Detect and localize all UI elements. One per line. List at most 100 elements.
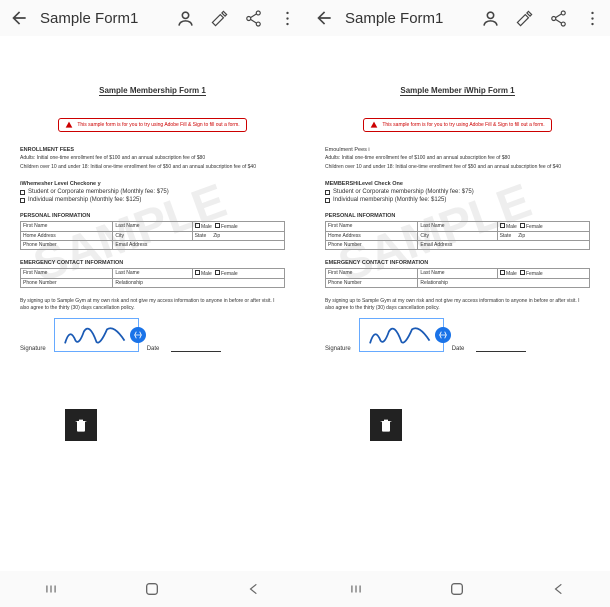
move-handle-icon-r[interactable]: [435, 327, 451, 343]
emergency-label: EMERGENCY CONTACT INFORMATION: [20, 260, 285, 266]
ecell-last-name[interactable]: Last Name: [113, 269, 192, 279]
cell-phone[interactable]: Phone Number: [21, 241, 113, 250]
trash-button-r[interactable]: [370, 409, 402, 441]
personal-table-r: First NameLast Name Male Female Home Add…: [325, 221, 590, 250]
efemale-label: Female: [221, 271, 238, 277]
signature-row: Signature Date: [20, 318, 285, 352]
recents-icon[interactable]: [42, 580, 60, 598]
ecell-first-name[interactable]: First Name: [21, 269, 113, 279]
topbar-r: Sample Form1: [305, 0, 610, 36]
profile-icon[interactable]: [175, 8, 195, 28]
page-title: Sample Form1: [40, 10, 165, 27]
cell-city[interactable]: City: [115, 233, 124, 239]
rcell-last-name[interactable]: Last Name: [418, 222, 497, 232]
opt1-text-r: Student or Corporate membership (Monthly…: [333, 189, 474, 195]
recell-phone[interactable]: Phone Number: [326, 279, 418, 288]
page-title-r: Sample Form1: [345, 10, 470, 27]
opt2-text: Individual membership (Monthly fee: $125…: [28, 197, 141, 203]
checkbox-opt2-r[interactable]: [325, 198, 330, 203]
cell-first-name[interactable]: First Name: [21, 222, 113, 232]
signature-row-r: Signature Date: [325, 318, 590, 352]
rcell-address[interactable]: Home Address: [326, 232, 418, 241]
female-label: Female: [221, 224, 238, 230]
signature-box[interactable]: [54, 318, 139, 352]
signature-label-r: Signature: [325, 346, 351, 352]
opt2-text-r: Individual membership (Monthly fee: $125…: [333, 197, 446, 203]
home-icon-r[interactable]: [448, 580, 466, 598]
remale-label: Male: [506, 271, 517, 277]
ecell-phone[interactable]: Phone Number: [21, 279, 113, 288]
date-line[interactable]: [171, 351, 221, 352]
recell-relationship[interactable]: Relationship: [418, 279, 590, 288]
doc-title: Sample Membership Form 1: [99, 86, 206, 96]
emergency-table: First NameLast Name Male Female Phone Nu…: [20, 268, 285, 288]
date-line-r[interactable]: [476, 351, 526, 352]
more-icon[interactable]: [582, 8, 602, 28]
recell-last-name[interactable]: Last Name: [418, 269, 497, 279]
rcell-email[interactable]: Email Address: [418, 241, 590, 250]
signature-box-r[interactable]: [359, 318, 444, 352]
emergency-label-r: EMERGENCY CONTACT INFORMATION: [325, 260, 590, 266]
annotation-banner: This sample form is for you to try using…: [58, 118, 246, 132]
state-label: State: [195, 233, 207, 239]
screen-left: Sample Form1 SAMPLE Sample Membership Fo…: [0, 0, 305, 571]
rcell-city[interactable]: City: [420, 233, 429, 239]
back-icon[interactable]: [313, 7, 335, 29]
personal-label-r: PERSONAL INFORMATION: [325, 213, 590, 219]
document-page-r: SAMPLE Sample Member iWhip Form 1 This s…: [315, 66, 600, 372]
cell-address[interactable]: Home Address: [21, 232, 113, 241]
enrollment-line2: Children over 10 and under 18: Initial o…: [20, 164, 285, 171]
document-area-r[interactable]: SAMPLE Sample Member iWhip Form 1 This s…: [305, 36, 610, 571]
signature-drawing-r: [362, 321, 441, 349]
android-navbar: [0, 571, 610, 607]
checkbox-opt2[interactable]: [20, 198, 25, 203]
consent-text-r: By signing up to Sample Gym at my own ri…: [325, 298, 590, 312]
rfemale-label: Female: [526, 224, 543, 230]
annotation-text-r: This sample form is for you to try using…: [382, 122, 544, 128]
ecell-relationship[interactable]: Relationship: [113, 279, 285, 288]
document-area[interactable]: SAMPLE Sample Membership Form 1 This sam…: [0, 36, 305, 571]
recents-icon-r[interactable]: [347, 580, 365, 598]
date-label: Date: [147, 346, 160, 352]
back-nav-icon[interactable]: [245, 580, 263, 598]
annotation-text: This sample form is for you to try using…: [77, 122, 239, 128]
back-icon[interactable]: [8, 7, 30, 29]
recell-first-name[interactable]: First Name: [326, 269, 418, 279]
trash-button[interactable]: [65, 409, 97, 441]
more-icon[interactable]: [277, 8, 297, 28]
consent-text: By signing up to Sample Gym at my own ri…: [20, 298, 285, 312]
signature-label: Signature: [20, 346, 46, 352]
cell-email[interactable]: Email Address: [113, 241, 285, 250]
opt1-text: Student or Corporate membership (Monthly…: [28, 189, 169, 195]
membership-label-r: MEMBERSHiLevel Check One: [325, 181, 590, 187]
signature-drawing: [57, 321, 136, 349]
enrollment-label-r: Emoulment Pees i: [325, 147, 590, 153]
rstate-label: State: [500, 233, 512, 239]
home-icon[interactable]: [143, 580, 161, 598]
pen-icon[interactable]: [514, 8, 534, 28]
annotation-banner-r: This sample form is for you to try using…: [363, 118, 551, 132]
warning-icon: [370, 121, 378, 129]
move-handle-icon[interactable]: [130, 327, 146, 343]
zip-label: Zip: [213, 233, 220, 239]
share-icon[interactable]: [243, 8, 263, 28]
emale-label: Male: [201, 271, 212, 277]
checkbox-opt1-r[interactable]: [325, 190, 330, 195]
back-nav-icon-r[interactable]: [550, 580, 568, 598]
document-page: SAMPLE Sample Membership Form 1 This sam…: [10, 66, 295, 372]
profile-icon[interactable]: [480, 8, 500, 28]
share-icon[interactable]: [548, 8, 568, 28]
enrollment-label: ENROLLMENT FEES: [20, 147, 285, 153]
cell-last-name[interactable]: Last Name: [113, 222, 192, 232]
date-label-r: Date: [452, 346, 465, 352]
checkbox-opt1[interactable]: [20, 190, 25, 195]
personal-label: PERSONAL INFORMATION: [20, 213, 285, 219]
screen-right: Sample Form1 SAMPLE Sample Member iWhip …: [305, 0, 610, 571]
rcell-phone[interactable]: Phone Number: [326, 241, 418, 250]
pen-icon[interactable]: [209, 8, 229, 28]
rzip-label: Zip: [518, 233, 525, 239]
rcell-first-name[interactable]: First Name: [326, 222, 418, 232]
rmale-label: Male: [506, 224, 517, 230]
enrollment-line2-r: Children over 10 and under 18: Initial o…: [325, 164, 590, 171]
male-label: Male: [201, 224, 212, 230]
